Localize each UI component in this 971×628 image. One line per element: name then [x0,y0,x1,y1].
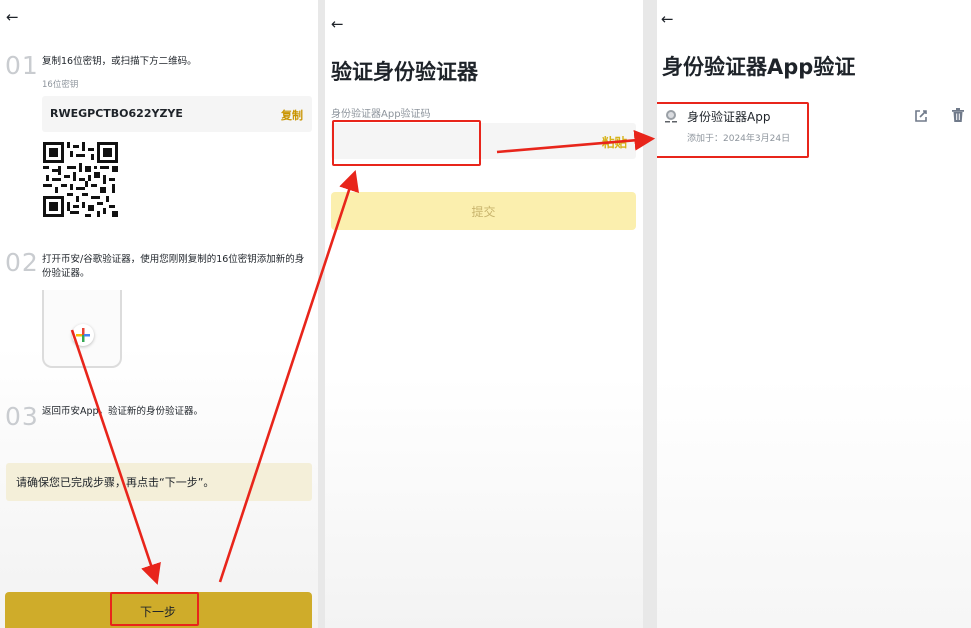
back-button[interactable]: ← [661,12,674,27]
submit-label: 提交 [471,205,496,219]
setup-steps-screen: ← 01 复制16位密钥，或扫描下方二维码。 16位密钥 RWEGPCTBO62… [0,0,318,628]
step-number-3: 03 [5,402,39,431]
back-button[interactable]: ← [331,17,344,32]
page-title: 验证身份验证器 [331,60,478,84]
arrow-left-icon: ← [331,15,344,33]
trash-icon[interactable] [950,107,966,123]
copy-button[interactable]: 复制 [281,107,303,123]
key-label: 16位密钥 [42,80,79,90]
qr-code [43,142,118,217]
submit-button[interactable]: 提交 [331,192,636,230]
step-number-1: 01 [5,51,39,80]
back-button[interactable]: ← [6,10,19,25]
confirm-notice: 请确保您已完成步骤，再点击“下一步”。 [6,463,312,501]
step-number-2: 02 [5,248,39,277]
secret-key-box: RWEGPCTBO622YZYE 复制 [42,96,312,132]
arrow-left-icon: ← [6,8,19,26]
arrow-left-icon: ← [661,10,674,28]
highlight-box-item [657,102,809,158]
phone-illustration [42,290,122,368]
highlight-box-next [110,592,199,626]
edit-icon[interactable] [914,108,928,122]
step2-text-line2: 份验证器。 [42,268,90,279]
paste-button[interactable]: 粘贴 [602,132,627,151]
add-plus-icon [72,324,94,346]
step2-text-line1: 打开币安/谷歌验证器，使用您刚刚复制的16位密钥添加新的身 [42,254,305,265]
divider [643,0,657,628]
page-title: 身份验证器App验证 [662,55,856,79]
notice-text: 请确保您已完成步骤，再点击“下一步”。 [16,476,215,489]
step3-text: 返回币安App，验证新的身份验证器。 [42,406,204,417]
secret-key-value: RWEGPCTBO622YZYE [50,107,183,120]
divider [318,0,325,628]
highlight-box-input [332,120,481,166]
verify-authenticator-screen: ← 验证身份验证器 身份验证器App验证码 粘贴 提交 [325,0,643,628]
code-field-label: 身份验证器App验证码 [331,109,431,120]
authenticator-app-screen: ← 身份验证器App验证 身份验证器App 添加于：2024年3月24日 [657,0,971,628]
step1-text: 复制16位密钥，或扫描下方二维码。 [42,56,197,67]
